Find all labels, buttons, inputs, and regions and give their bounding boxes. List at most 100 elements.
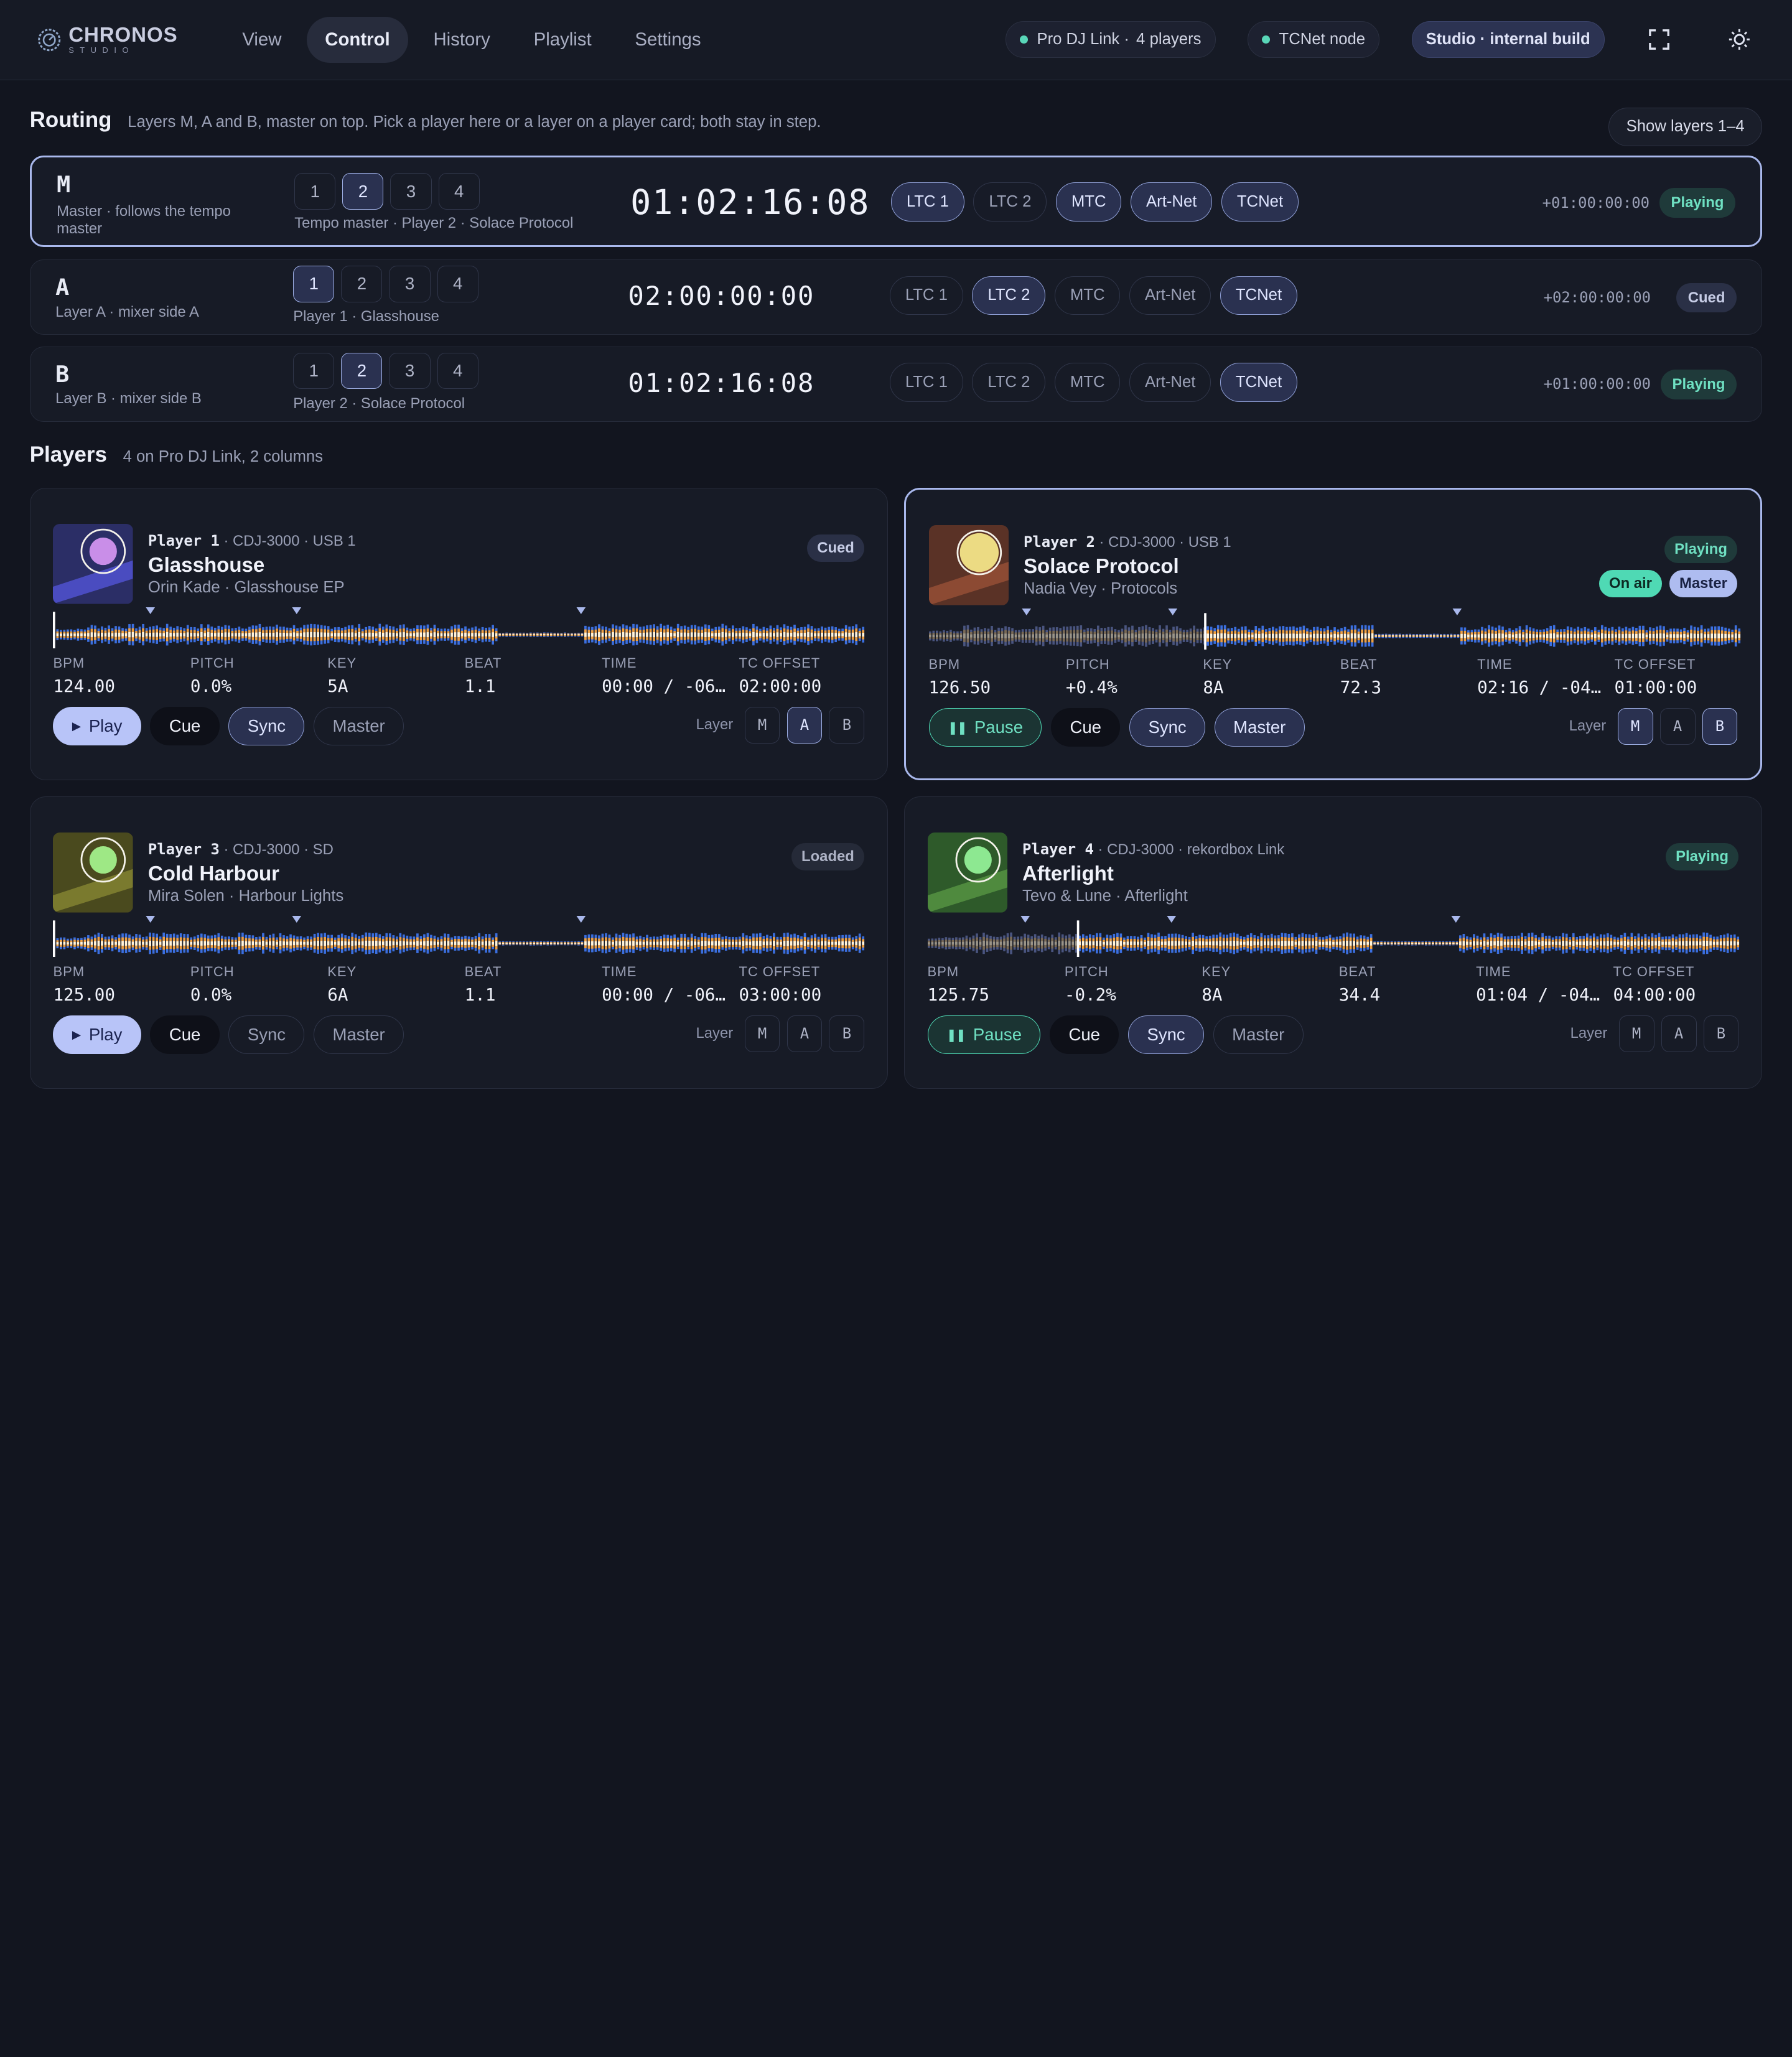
- layer-m-player-3-button[interactable]: 3: [390, 173, 432, 210]
- playhead[interactable]: [1203, 613, 1206, 650]
- layer-b-output-ltc-1[interactable]: LTC 1: [889, 363, 963, 402]
- layer-b-player-3-button[interactable]: 3: [389, 352, 431, 389]
- player-layer-b-button[interactable]: B: [829, 707, 865, 744]
- cue-marker-icon[interactable]: [1166, 916, 1176, 923]
- theme-toggle-button[interactable]: [1721, 21, 1758, 58]
- tab-settings[interactable]: Settings: [617, 17, 719, 63]
- pause-button[interactable]: ❚❚ Pause: [927, 1015, 1041, 1055]
- waveform-peak: [797, 633, 800, 637]
- layer-b-output-art-net[interactable]: Art-Net: [1129, 363, 1211, 402]
- player-layer-m-button[interactable]: M: [1617, 708, 1653, 745]
- layer-a-output-tcnet[interactable]: TCNet: [1220, 276, 1297, 315]
- layer-status-badge: Cued: [1676, 282, 1737, 313]
- layer-b-output-tcnet[interactable]: TCNet: [1220, 363, 1297, 402]
- layer-m-player-2-button[interactable]: 2: [342, 173, 384, 210]
- layer-b-player-2-button[interactable]: 2: [341, 352, 383, 389]
- cue-marker-icon[interactable]: [1452, 609, 1462, 616]
- layer-m-player-1-button[interactable]: 1: [294, 173, 336, 210]
- master-button[interactable]: Master: [314, 1015, 404, 1055]
- layer-b-output-ltc-2[interactable]: LTC 2: [972, 363, 1046, 402]
- cue-marker-icon[interactable]: [292, 916, 302, 923]
- sync-button[interactable]: Sync: [228, 707, 305, 746]
- sync-button[interactable]: Sync: [1129, 708, 1206, 747]
- layer-m-output-art-net[interactable]: Art-Net: [1131, 182, 1213, 222]
- cue-button[interactable]: Cue: [150, 1015, 220, 1055]
- cue-marker-icon[interactable]: [1451, 916, 1460, 923]
- tab-control[interactable]: Control: [306, 16, 409, 63]
- master-button[interactable]: Master: [1214, 708, 1305, 747]
- pause-button[interactable]: ❚❚ Pause: [928, 708, 1042, 747]
- track-waveform[interactable]: [53, 607, 866, 649]
- player-layer-b-button[interactable]: B: [1702, 708, 1738, 745]
- layer-a-output-ltc-1[interactable]: LTC 1: [889, 276, 963, 315]
- layer-a-output-mtc[interactable]: MTC: [1055, 276, 1121, 315]
- waveform-peak: [495, 633, 498, 637]
- track-waveform[interactable]: [927, 916, 1740, 958]
- layer-a-player-1-button[interactable]: 1: [293, 266, 335, 302]
- layer-b-output-mtc[interactable]: MTC: [1055, 363, 1121, 402]
- track-waveform[interactable]: [928, 609, 1742, 650]
- fullscreen-button[interactable]: [1641, 21, 1678, 58]
- cue-marker-icon[interactable]: [1167, 609, 1177, 616]
- tab-view[interactable]: View: [224, 17, 300, 63]
- app-logo[interactable]: CHRONOS STUDIO: [37, 25, 208, 55]
- sync-button[interactable]: Sync: [228, 1015, 305, 1055]
- cue-marker-icon[interactable]: [1021, 609, 1031, 616]
- layer-m-output-tcnet[interactable]: TCNet: [1221, 182, 1299, 222]
- waveform-peak: [286, 633, 289, 637]
- sync-button[interactable]: Sync: [1128, 1015, 1205, 1055]
- layer-m-output-ltc-2[interactable]: LTC 2: [973, 182, 1047, 222]
- show-layers-button[interactable]: Show layers 1–4: [1608, 107, 1763, 147]
- playhead[interactable]: [53, 612, 56, 649]
- waveform-peak: [63, 941, 66, 945]
- player-layer-m-button[interactable]: M: [744, 1015, 780, 1052]
- tab-history[interactable]: History: [415, 17, 508, 63]
- layer-a-output-ltc-2[interactable]: LTC 2: [972, 276, 1046, 315]
- playhead[interactable]: [53, 920, 56, 958]
- layer-m-output-mtc[interactable]: MTC: [1056, 182, 1122, 222]
- waveform-peak: [1359, 941, 1362, 946]
- waveform-peak: [1045, 634, 1048, 638]
- cue-button[interactable]: Cue: [150, 707, 220, 746]
- layer-a-output-art-net[interactable]: Art-Net: [1129, 276, 1211, 315]
- waveform-peak: [625, 632, 628, 637]
- layer-b-player-4-button[interactable]: 4: [437, 352, 478, 389]
- tcnet-status[interactable]: TCNet node: [1247, 21, 1380, 58]
- layer-a-player-4-button[interactable]: 4: [437, 266, 478, 302]
- cue-marker-icon[interactable]: [576, 607, 586, 615]
- waveform-peak: [749, 633, 752, 637]
- play-button[interactable]: ▶ Play: [53, 1015, 141, 1055]
- master-button[interactable]: Master: [314, 707, 404, 746]
- waveform-peak: [1258, 634, 1261, 638]
- player-layer-b-button[interactable]: B: [1703, 1015, 1739, 1052]
- player-layer-b-button[interactable]: B: [829, 1015, 865, 1052]
- cue-button[interactable]: Cue: [1050, 1015, 1119, 1055]
- player-layer-m-button[interactable]: M: [1618, 1015, 1654, 1052]
- layer-m-output-ltc-1[interactable]: LTC 1: [890, 182, 964, 222]
- play-button[interactable]: ▶ Play: [53, 707, 141, 746]
- player-layer-m-button[interactable]: M: [744, 707, 780, 744]
- tab-playlist[interactable]: Playlist: [515, 17, 610, 63]
- layer-a-player-2-button[interactable]: 2: [341, 266, 383, 302]
- layer-m-player-4-button[interactable]: 4: [438, 173, 480, 210]
- cue-marker-icon[interactable]: [292, 607, 302, 615]
- track-waveform[interactable]: [53, 916, 866, 958]
- pro-dj-link-status[interactable]: Pro DJ Link · 4 players: [1005, 21, 1216, 58]
- player-layer-a-button[interactable]: A: [1659, 708, 1696, 745]
- waveform-peak: [1566, 633, 1569, 639]
- cue-marker-icon[interactable]: [146, 916, 156, 923]
- player-layer-a-button[interactable]: A: [1661, 1015, 1697, 1052]
- waveform-peak: [371, 941, 375, 946]
- player-layer-a-button[interactable]: A: [786, 1015, 823, 1052]
- cue-marker-icon[interactable]: [576, 916, 586, 923]
- player-layer-a-button[interactable]: A: [786, 707, 823, 744]
- player-card-1: Player 1 · CDJ-3000 · USB 1 Glasshouse Ori…: [29, 488, 889, 781]
- cue-marker-icon[interactable]: [1020, 916, 1030, 923]
- playhead[interactable]: [1076, 920, 1079, 958]
- master-button[interactable]: Master: [1213, 1015, 1304, 1055]
- waveform-peak: [1709, 941, 1712, 946]
- layer-b-player-1-button[interactable]: 1: [293, 352, 335, 389]
- cue-marker-icon[interactable]: [146, 607, 156, 615]
- layer-a-player-3-button[interactable]: 3: [389, 266, 431, 302]
- cue-button[interactable]: Cue: [1051, 708, 1121, 747]
